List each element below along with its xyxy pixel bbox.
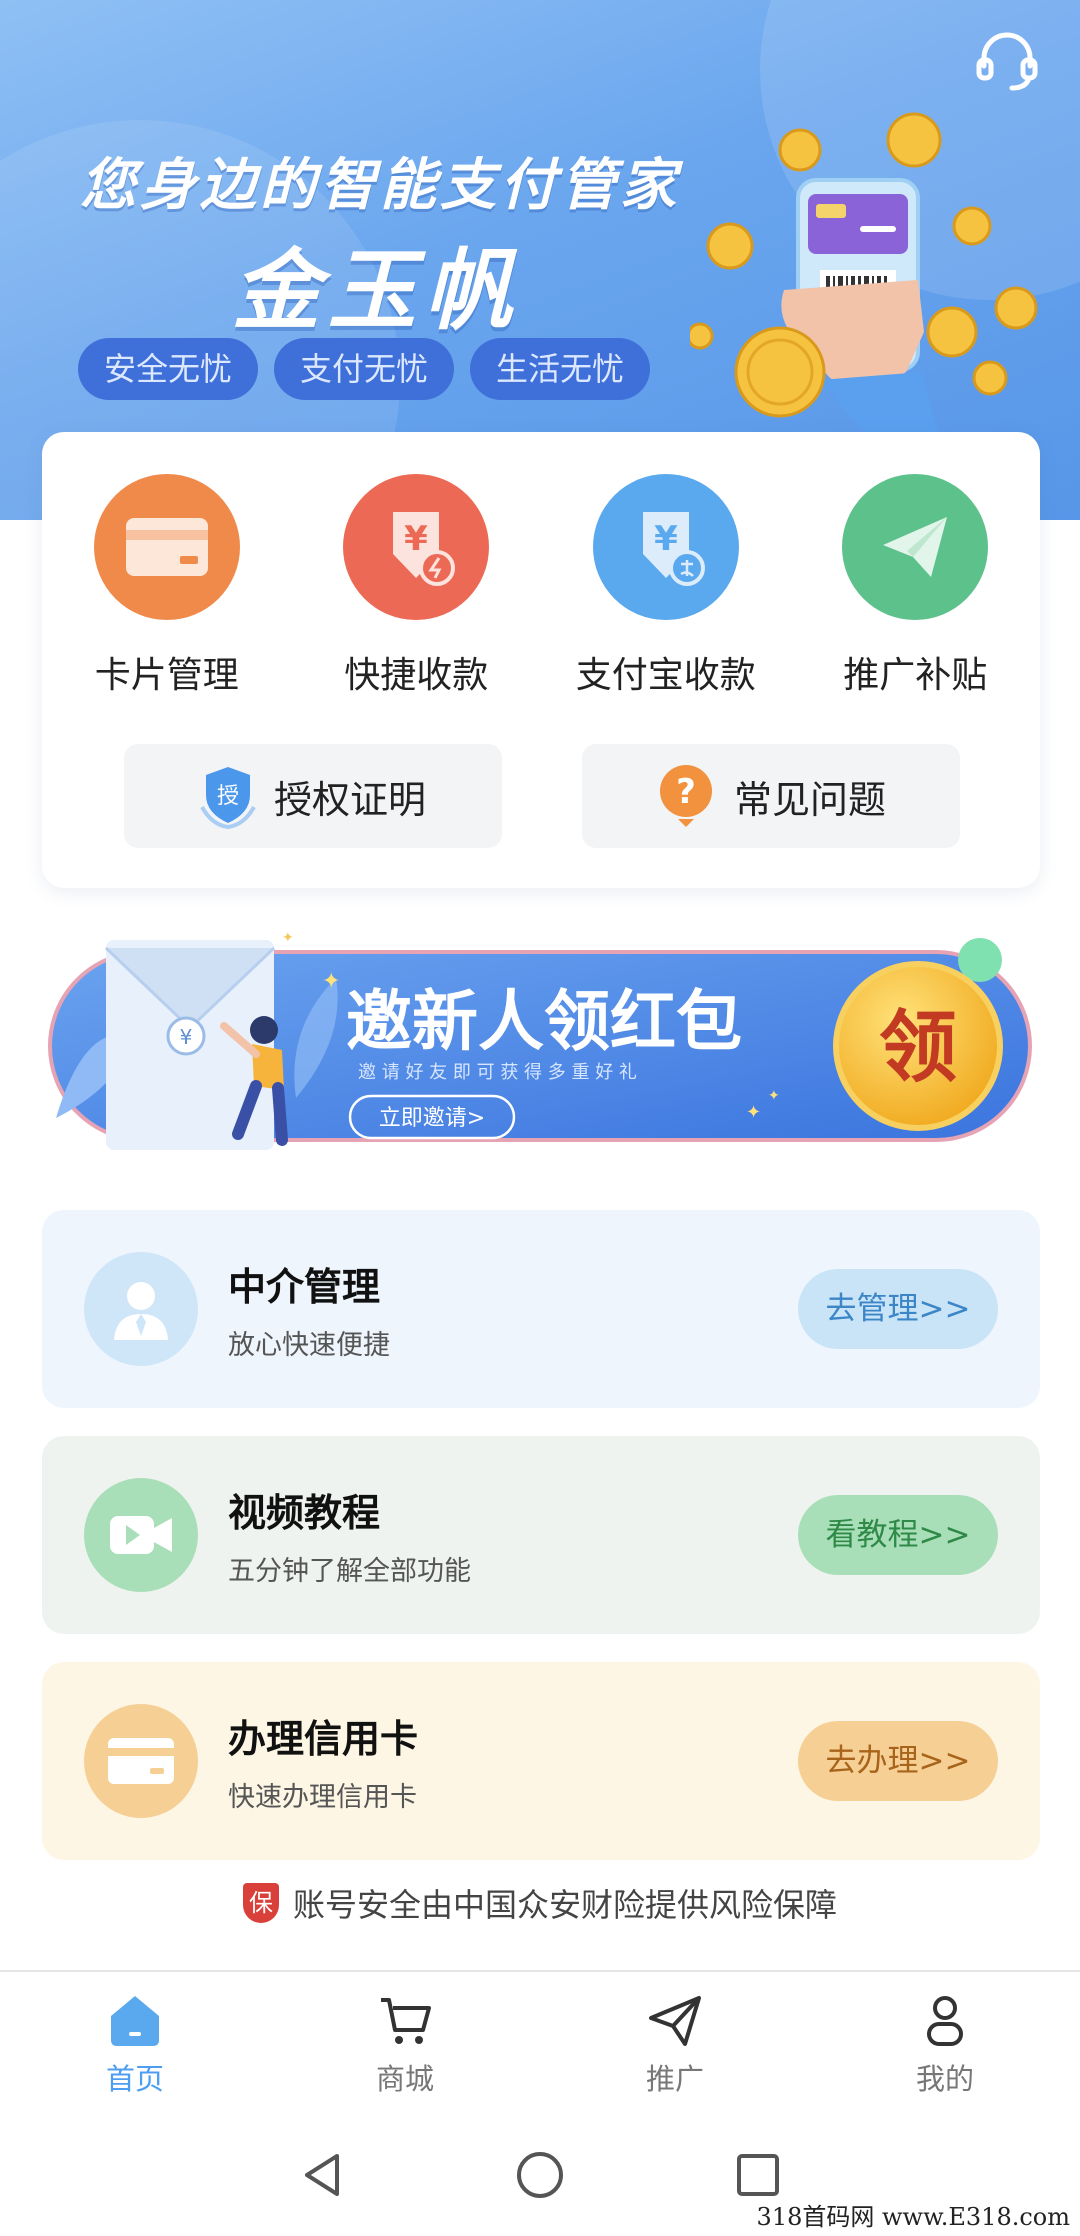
hero-tag: 生活无忧 (470, 338, 651, 400)
func-label: 支付宝收款 (575, 655, 756, 696)
tab-label: 我的 (915, 2062, 974, 2096)
hero-tag: 安全无忧 (78, 338, 259, 400)
tab-label: 商城 (375, 2062, 434, 2096)
func-card-management[interactable]: 卡片管理 (57, 474, 277, 698)
insurance-badge-icon: 保 (242, 1883, 279, 1923)
customer-service-icon[interactable] (974, 28, 1040, 94)
alipay-receive-icon: ¥ (592, 474, 739, 620)
invite-subtitle: 邀 请 好 友 即 可 获 得 多 重 好 礼 (358, 1062, 637, 1083)
feature-subtitle: 五分钟了解全部功能 (228, 1556, 471, 1587)
home-circle-icon[interactable] (515, 2150, 565, 2204)
sub-button-label: 常见问题 (733, 777, 886, 822)
feature-title: 视频教程 (228, 1491, 381, 1535)
func-label: 卡片管理 (94, 655, 239, 696)
invite-now-button: 立即邀请> (379, 1106, 485, 1131)
watch-tutorial-button[interactable]: 看教程>> (798, 1495, 998, 1575)
tab-label: 推广 (645, 2062, 704, 2096)
phone-coins-illustration (686, 110, 1050, 440)
invite-title: 邀新人领红包 (346, 983, 742, 1060)
func-alipay-receive[interactable]: ¥ 支付宝收款 (556, 474, 776, 698)
feature-video-tutorial: 视频教程 五分钟了解全部功能 看教程>> (42, 1436, 1040, 1634)
envelope-yuan: ¥ (180, 1025, 193, 1049)
video-icon (84, 1478, 198, 1592)
feature-text: 中介管理 放心快速便捷 (228, 1256, 798, 1362)
user-icon (927, 1996, 963, 2046)
faq-button[interactable]: ? 常见问题 (582, 744, 960, 848)
svg-text:✦: ✦ (282, 930, 294, 946)
func-label: 推广补贴 (843, 655, 988, 696)
invite-banner[interactable]: ¥ ✦ ✦ ✦ ✦ 邀新人领红包 邀 请 好 友 即 可 获 得 多 重 好 礼… (46, 918, 1036, 1178)
send-icon (649, 1996, 701, 2046)
hero-slogan: 您身边的智能支付管家 (80, 153, 680, 218)
go-manage-button[interactable]: 去管理>> (798, 1269, 998, 1349)
recent-apps-icon[interactable] (735, 2152, 781, 2202)
feature-subtitle: 快速办理信用卡 (228, 1782, 417, 1813)
feature-text: 办理信用卡 快速办理信用卡 (228, 1708, 798, 1814)
svg-text:✦: ✦ (768, 1088, 780, 1104)
apply-card-button[interactable]: 去办理>> (798, 1721, 998, 1801)
authorization-proof-button[interactable]: 授 授权证明 (124, 744, 502, 848)
sub-button-label: 授权证明 (273, 777, 426, 822)
svg-text:¥: ¥ (404, 519, 428, 559)
feature-text: 视频教程 五分钟了解全部功能 (228, 1482, 798, 1588)
yuan-receive-icon: ¥ (343, 474, 490, 620)
agent-icon (84, 1252, 198, 1366)
hero-tag: 支付无忧 (274, 338, 455, 400)
quick-actions-card: 卡片管理 ¥ 快捷收款 ¥ 支付宝收款 推广补贴 授 授权证明 ? 常见问题 (42, 432, 1040, 888)
claim-badge: 领 (879, 1003, 957, 1093)
tab-mine[interactable]: 我的 (865, 1992, 1025, 2098)
svg-text:✦: ✦ (746, 1102, 761, 1123)
card-icon (93, 474, 240, 620)
func-quick-receive[interactable]: ¥ 快捷收款 (306, 474, 526, 698)
paper-plane-icon (842, 474, 989, 620)
func-label: 快捷收款 (344, 655, 489, 696)
function-row: 卡片管理 ¥ 快捷收款 ¥ 支付宝收款 推广补贴 (42, 474, 1040, 698)
tab-promotion[interactable]: 推广 (595, 1992, 755, 2098)
question-icon: ? (659, 765, 712, 827)
cart-icon (381, 1998, 431, 2044)
sub-button-row: 授 授权证明 ? 常见问题 (124, 744, 960, 848)
home-icon (111, 1996, 159, 2046)
svg-text:¥: ¥ (654, 519, 678, 559)
tab-home[interactable]: 首页 (55, 1992, 215, 2098)
insurance-notice: 保 账号安全由中国众安财险提供风险保障 (0, 1880, 1080, 1926)
insurance-text: 账号安全由中国众安财险提供风险保障 (292, 1886, 837, 1924)
func-promotion-subsidy[interactable]: 推广补贴 (805, 474, 1025, 698)
hero-tags: 安全无忧 支付无忧 生活无忧 (78, 338, 651, 400)
svg-text:✦: ✦ (322, 969, 340, 994)
feature-subtitle: 放心快速便捷 (228, 1330, 390, 1361)
feature-title: 办理信用卡 (228, 1717, 419, 1761)
back-icon[interactable] (299, 2150, 345, 2204)
bottom-tab-bar: 首页 商城 推广 我的 (0, 1970, 1080, 2118)
system-navigation-bar: 318首码网 www.E318.com (0, 2118, 1080, 2236)
tab-label: 首页 (105, 2062, 164, 2096)
hero-brand-name: 金玉帆 (232, 239, 521, 342)
watermark-text: 318首码网 www.E318.com (756, 2203, 1070, 2231)
credit-card-icon (84, 1704, 198, 1818)
svg-text:授: 授 (217, 784, 239, 809)
svg-text:?: ? (676, 772, 696, 812)
feature-agent-management: 中介管理 放心快速便捷 去管理>> (42, 1210, 1040, 1408)
feature-credit-card: 办理信用卡 快速办理信用卡 去办理>> (42, 1662, 1040, 1860)
tab-mall[interactable]: 商城 (325, 1992, 485, 2098)
feature-title: 中介管理 (228, 1265, 381, 1309)
shield-icon: 授 (200, 767, 256, 829)
